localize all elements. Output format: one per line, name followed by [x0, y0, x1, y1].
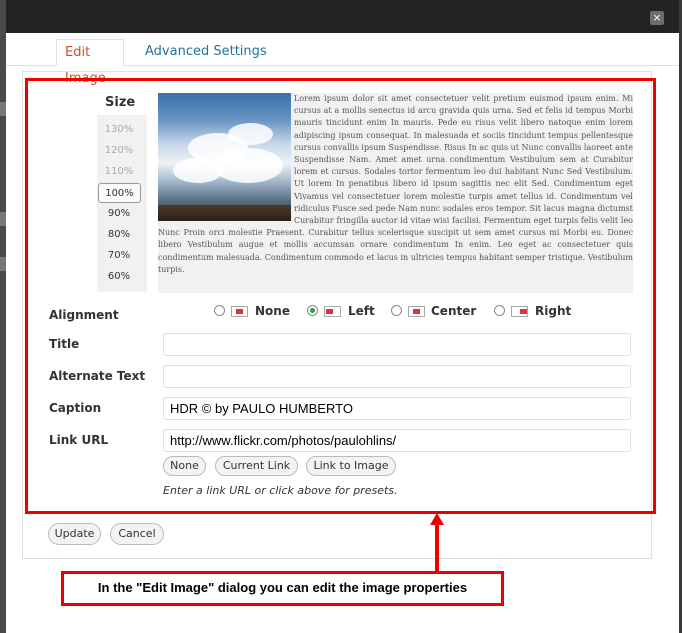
update-button[interactable]: Update	[48, 523, 101, 545]
annotation-callout: In the "Edit Image" dialog you can edit …	[61, 571, 504, 606]
annotation-arrow	[435, 523, 439, 571]
cancel-button[interactable]: Cancel	[110, 523, 164, 545]
edit-image-dialog: × Edit Image Advanced Settings Size 130%…	[6, 0, 679, 633]
close-icon[interactable]: ×	[650, 11, 664, 25]
dialog-titlebar: ×	[6, 0, 679, 33]
highlight-frame	[25, 78, 656, 514]
tab-edit-image[interactable]: Edit Image	[56, 39, 124, 86]
tab-advanced-settings[interactable]: Advanced Settings	[137, 39, 275, 66]
